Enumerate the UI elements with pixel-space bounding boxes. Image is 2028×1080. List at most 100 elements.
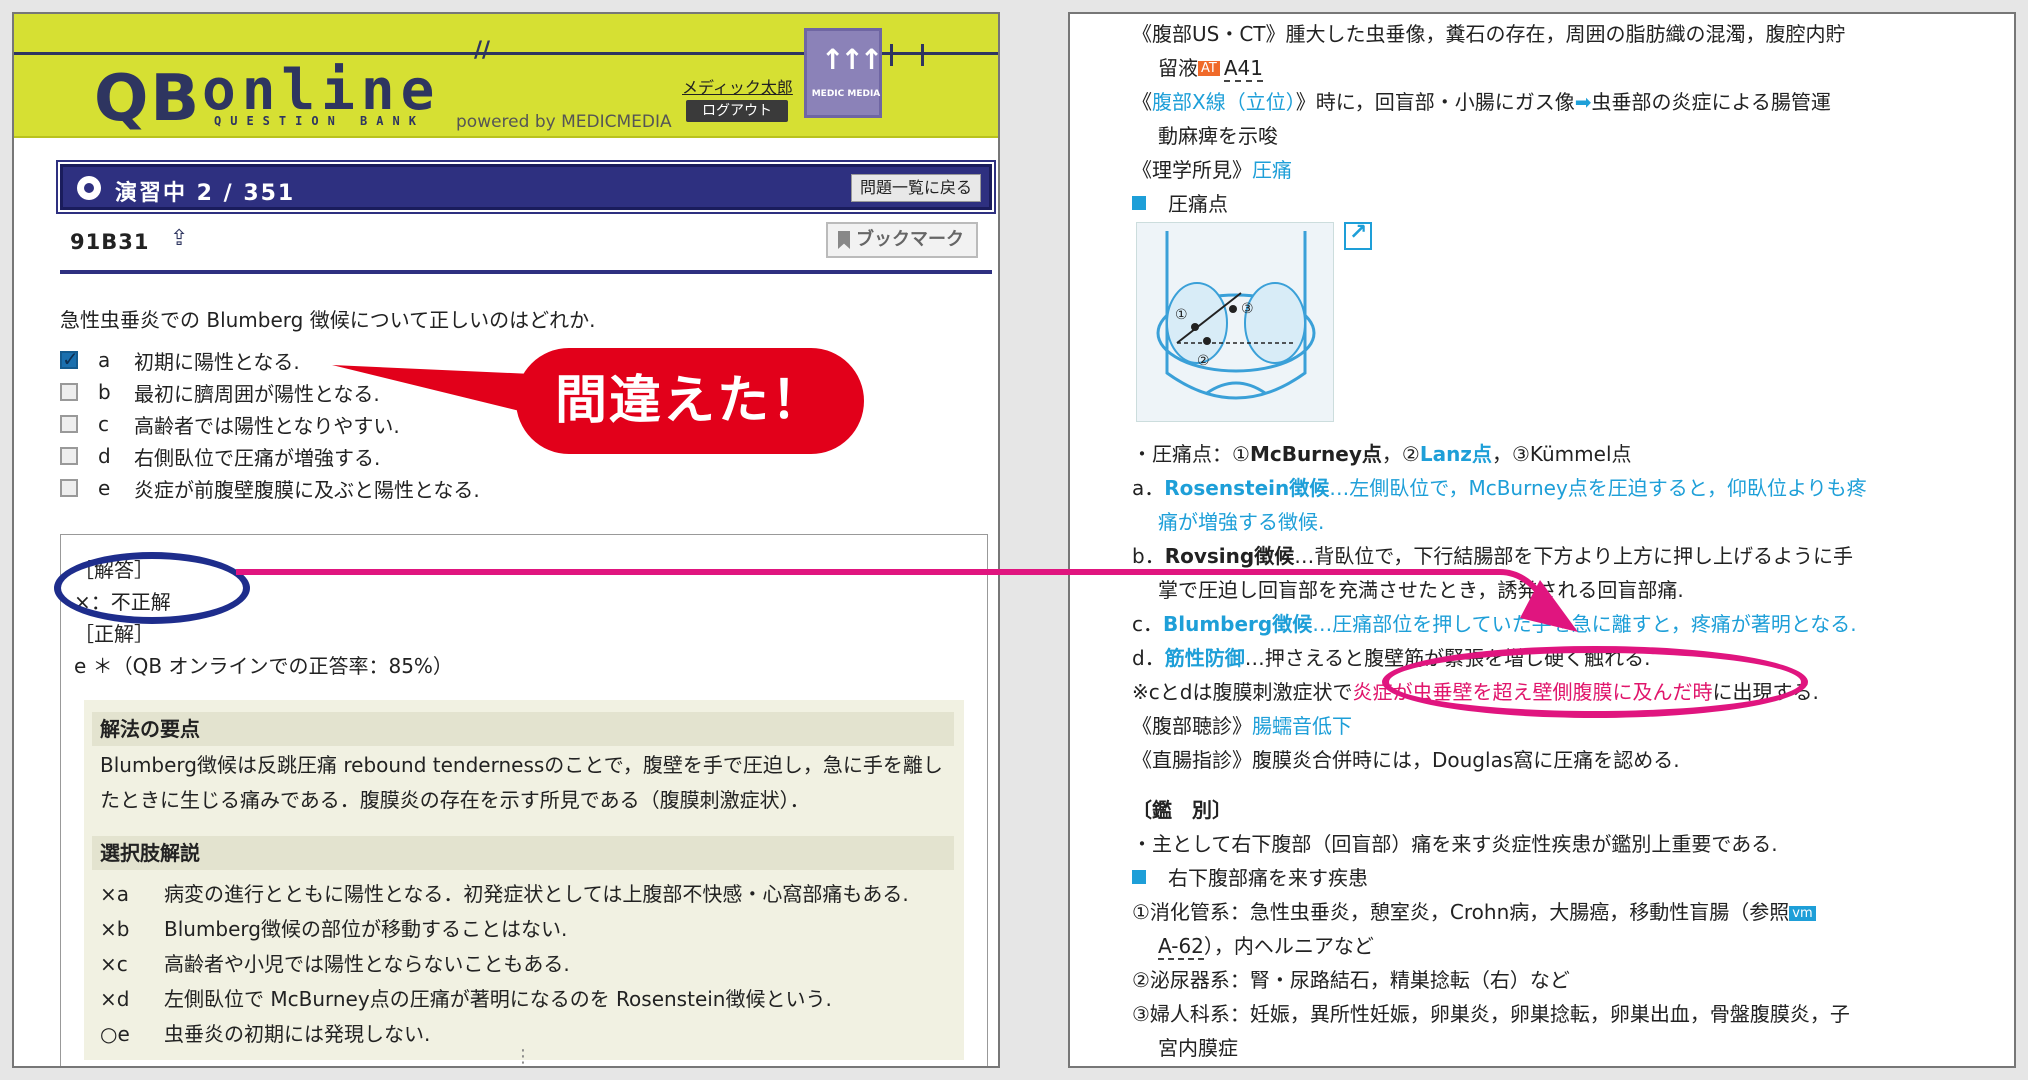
keyword-link[interactable]: Rosenstein徴候 xyxy=(1164,476,1329,500)
header-banner: // QB online QUESTION BANK powered by ME… xyxy=(14,14,998,138)
choice-text: 初期に陽性となる. xyxy=(134,349,300,374)
keyword-link[interactable]: 筋性防御 xyxy=(1165,646,1245,670)
text-line: ・主として右下腹部（回盲部）痛を来す炎症性疾患が鑑別上重要である. xyxy=(1132,832,1778,856)
checkbox-checked[interactable] xyxy=(60,347,79,371)
text-span: 《 xyxy=(1132,90,1152,114)
figure-label: ③ xyxy=(1241,301,1254,317)
keyword-link[interactable]: Blumberg徴候 xyxy=(1163,612,1312,636)
user-name-link[interactable]: メディック太郎 xyxy=(682,74,793,98)
text-line: b．Rovsing徴候…背臥位で，下行結腸部を下方より上方に押し上げるように手 xyxy=(1132,540,1853,569)
choice-c[interactable]: c 高齢者では陽性となりやすい. xyxy=(60,408,480,440)
explanation-mark: ×d xyxy=(100,987,130,1011)
points-text: Blumberg徴候は反跳圧痛 rebound tendernessのことで，腹… xyxy=(100,753,943,812)
text-line: 《理学所見》圧痛 xyxy=(1132,154,1292,183)
medicmedia-mark-icon: ↑↑↑ xyxy=(821,43,883,76)
pelvis-illustration: ① ② ③ xyxy=(1156,231,1316,400)
text-line: 《腹部X線（立位）》時に，回盲部・小腸にガス像➡虫垂部の炎症による腸管運 xyxy=(1132,86,1831,115)
explanation-mark: ×a xyxy=(100,882,130,906)
text-span: …左側臥位で，McBurney点を圧迫すると，仰臥位よりも疼 xyxy=(1329,476,1867,500)
back-to-list-button[interactable]: 問題一覧に戻る xyxy=(850,174,981,202)
scroll-more-icon[interactable]: ⋮ xyxy=(514,1046,532,1066)
text-line: 《腹部聴診》腸蠕音低下 xyxy=(1132,710,1352,739)
text-span: 圧痛点 xyxy=(1168,192,1228,216)
keyword-link[interactable]: 圧痛 xyxy=(1252,158,1292,182)
explanation-mark: ×b xyxy=(100,917,130,941)
text-line: ②泌尿器系：腎・尿路結石，精巣捻転（右）など xyxy=(1132,968,1570,992)
checkbox[interactable] xyxy=(60,479,78,497)
explanation-box: 解法の要点 Blumberg徴候は反跳圧痛 rebound tenderness… xyxy=(84,700,964,1060)
powered-by: powered by MEDICMEDIA xyxy=(456,112,672,132)
text-span: d． xyxy=(1132,646,1165,670)
text-span: a． xyxy=(1132,476,1165,500)
text-span: ・圧痛点：① xyxy=(1132,442,1250,466)
progress-status: 演習中 2 / 351 xyxy=(115,181,296,206)
record-icon xyxy=(77,176,101,200)
explanation-text: 虫垂炎の初期には発現しない. xyxy=(164,1022,431,1046)
keyword-link[interactable]: 腹部X線（立位） xyxy=(1152,90,1296,114)
explanation-text: 高齢者や小児では陽性とならないこともある. xyxy=(164,952,570,976)
choice-letter: d xyxy=(98,444,111,468)
logout-button[interactable]: ログアウト xyxy=(686,100,788,122)
keyword-link[interactable]: 腸蠕音低下 xyxy=(1252,714,1352,738)
text-line: A-62），内ヘルニアなど xyxy=(1158,930,1374,960)
text-span: …背臥位で，下行結腸部を下方より上方に押し上げるように手 xyxy=(1294,544,1854,568)
checkbox[interactable] xyxy=(60,415,78,433)
text-line: ・圧痛点：①McBurney点，②Lanz点，③Kümmel点 xyxy=(1132,438,1632,467)
correct-answer: e ＊（QB オンラインでの正答率：85%） xyxy=(74,654,453,678)
choice-list: a 初期に陽性となる. b 最初に臍周囲が陽性となる. c 高齢者では陽性となり… xyxy=(60,344,480,504)
text-line: 痛が増強する徴候. xyxy=(1158,510,1325,534)
banner-decoration: // xyxy=(474,38,491,63)
text-line: 宮内膜症 xyxy=(1158,1036,1238,1060)
medicmedia-logo-text: MEDIC MEDIA xyxy=(811,89,881,99)
square-bullet-icon xyxy=(1132,870,1146,884)
text-span: 》時に，回盲部・小腸にガス像 xyxy=(1295,90,1575,114)
plug-decoration-icon xyxy=(890,44,924,66)
choice-text: 右側臥位で圧痛が増強する. xyxy=(134,445,381,470)
text-line: 動麻痺を示唆 xyxy=(1158,124,1278,148)
figure-label: ② xyxy=(1197,353,1210,369)
question-text: 急性虫垂炎での Blumberg 徴候について正しいのはどれか. xyxy=(60,308,596,332)
medicmedia-logo: ↑↑↑ MEDIC MEDIA xyxy=(804,28,883,118)
text-span: …圧痛部位を押していた手を急に離すと，疼痛が著明となる. xyxy=(1312,612,1857,636)
checkbox[interactable] xyxy=(60,447,78,465)
bookmark-button[interactable]: ブックマーク xyxy=(826,222,978,258)
choice-e[interactable]: e 炎症が前腹壁腹膜に及ぶと陽性となる. xyxy=(60,472,480,504)
question-divider xyxy=(60,270,992,274)
text-span: Rovsing徴候 xyxy=(1164,544,1295,568)
tenderness-points-figure[interactable]: ① ② ③ xyxy=(1136,222,1334,422)
explanation-text: 左側臥位で McBurney点の圧痛が著明になるのを Rosenstein徴候と… xyxy=(164,987,832,1011)
question-type-icon: ⇪ xyxy=(170,226,189,251)
choice-d[interactable]: d 右側臥位で圧痛が増強する. xyxy=(60,440,480,472)
expand-figure-icon[interactable] xyxy=(1344,220,1372,250)
reference-link[interactable]: A-62 xyxy=(1158,934,1204,960)
text-line: 留液 AT A41 xyxy=(1158,52,1263,82)
text-line: c．Blumberg徴候…圧痛部位を押していた手を急に離すと，疼痛が著明となる. xyxy=(1132,608,1857,637)
atlas-reference-link[interactable]: A41 xyxy=(1223,56,1263,82)
choice-text: 炎症が前腹壁腹膜に及ぶと陽性となる. xyxy=(134,477,480,502)
text-span: McBurney点 xyxy=(1249,442,1382,466)
figure-label: ① xyxy=(1175,307,1188,323)
text-line: a．Rosenstein徴候…左側臥位で，McBurney点を圧迫すると，仰臥位… xyxy=(1132,472,1867,501)
choice-text: 最初に臍周囲が陽性となる. xyxy=(134,381,380,406)
explanation-c: ×c 高齢者や小児では陽性とならないこともある. xyxy=(100,948,570,977)
explanation-d: ×d 左側臥位で McBurney点の圧痛が著明になるのを Rosenstein徴… xyxy=(100,983,832,1012)
square-bullet-icon xyxy=(1132,196,1146,210)
logo-qb: QB xyxy=(94,62,202,136)
section-heading: 〔鑑 別〕 xyxy=(1132,798,1232,822)
explanation-a: ×a 病変の進行とともに陽性となる．初発症状としては上腹部不快感・心窩部痛もある. xyxy=(100,878,909,907)
text-line: ①消化管系：急性虫垂炎，憩室炎，Crohn病，大腸癌，移動性盲腸（参照 vm xyxy=(1132,896,1816,925)
explanation-e: ○e 虫垂炎の初期には発現しない. xyxy=(100,1018,430,1047)
mistake-callout: 間違えた！ xyxy=(516,348,864,454)
choice-letter: c xyxy=(98,412,109,436)
choices-heading: 選択肢解説 xyxy=(92,836,954,870)
explanation-text: Blumberg徴候の部位が移動することはない. xyxy=(164,917,568,941)
text-span: c． xyxy=(1132,612,1163,636)
highlight-ring xyxy=(54,552,250,624)
checkbox[interactable] xyxy=(60,383,78,401)
status-bar: 演習中 2 / 351 問題一覧に戻る xyxy=(56,160,996,214)
keyword-link[interactable]: Lanz点 xyxy=(1420,442,1492,466)
explanation-mark: ○e xyxy=(100,1022,130,1046)
text-line: 掌で圧迫し回盲部を充満させたとき，誘発される回盲部痛. xyxy=(1158,578,1684,602)
points-heading: 解法の要点 xyxy=(92,712,954,746)
choice-letter: b xyxy=(98,380,111,404)
